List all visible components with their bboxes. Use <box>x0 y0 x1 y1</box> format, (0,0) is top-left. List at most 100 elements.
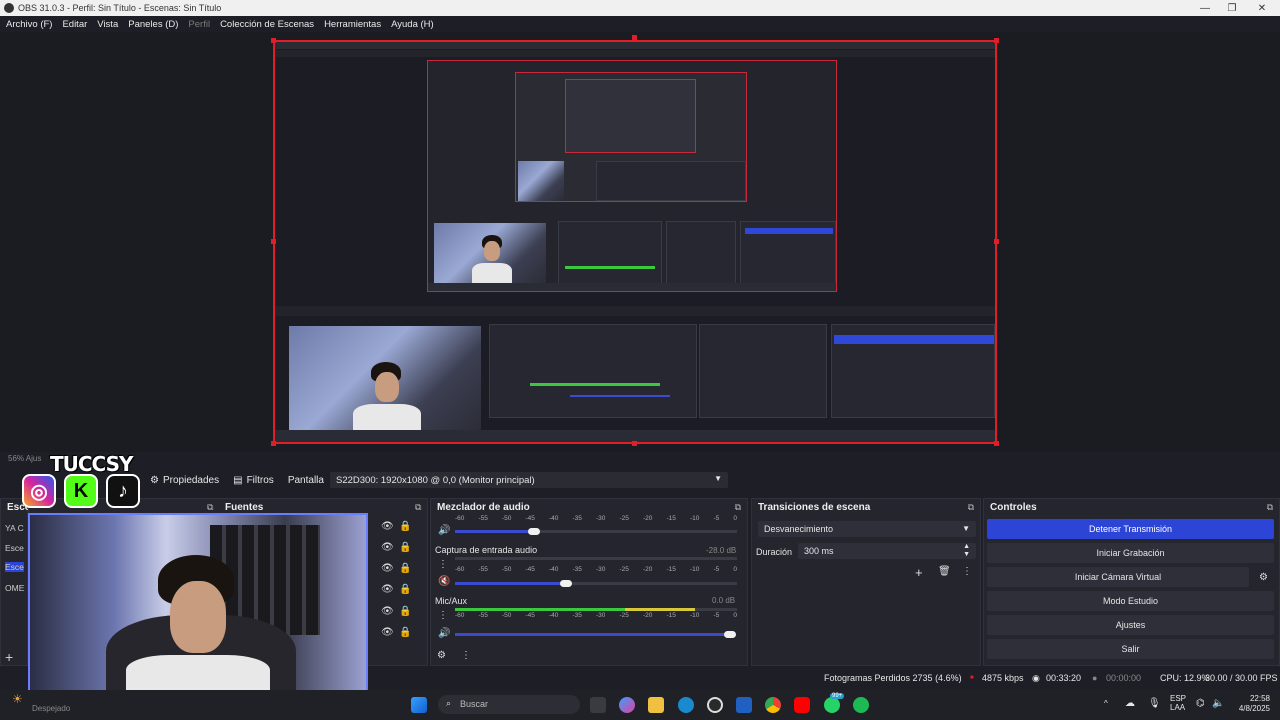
windows-start-icon[interactable] <box>411 697 427 713</box>
visibility-eye-icon[interactable]: 👁 <box>381 584 394 595</box>
resize-handle-b[interactable] <box>632 441 637 446</box>
menu-ayuda[interactable]: Ayuda (H) <box>391 19 434 30</box>
volume-icon[interactable]: 🔈 <box>1212 698 1224 709</box>
menu-vista[interactable]: Vista <box>97 19 118 30</box>
properties-button[interactable]: ⚙ Propiedades <box>150 475 219 486</box>
visibility-eye-icon[interactable]: 👁 <box>381 542 394 553</box>
muted-speaker-icon[interactable]: 🔇 <box>438 576 450 587</box>
edge-icon[interactable] <box>678 697 694 713</box>
advanced-audio-gear-icon[interactable]: ⚙ <box>437 650 446 661</box>
start-virtual-camera-button[interactable]: Iniciar Cámara Virtual <box>987 567 1249 587</box>
tray-overflow-icon[interactable]: ^ <box>1104 699 1108 708</box>
start-recording-button[interactable]: Iniciar Grabación <box>987 543 1274 563</box>
taskbar-search[interactable]: ⌕ Buscar <box>438 695 580 714</box>
menu-archivo[interactable]: Archivo (F) <box>6 19 52 30</box>
spinner-icon[interactable]: ▲ ▼ <box>963 543 970 559</box>
exit-button[interactable]: Salir <box>987 639 1274 659</box>
visibility-eye-icon[interactable]: 👁 <box>381 606 394 617</box>
add-icon[interactable]: + <box>915 565 923 580</box>
fader-knob[interactable] <box>560 580 572 587</box>
settings-button[interactable]: Ajustes <box>987 615 1274 635</box>
undock-icon[interactable]: ⧉ <box>1267 502 1273 513</box>
resize-handle-br[interactable] <box>994 441 999 446</box>
menu-editar[interactable]: Editar <box>62 19 87 30</box>
fader-knob[interactable] <box>724 631 736 638</box>
lock-icon[interactable]: 🔒 <box>399 521 411 532</box>
resize-handle-r[interactable] <box>994 239 999 244</box>
studio-mode-button[interactable]: Modo Estudio <box>987 591 1274 611</box>
store-icon[interactable] <box>736 697 752 713</box>
volume-fader[interactable] <box>455 530 535 533</box>
obs-window: OBS 31.0.3 - Perfil: Sin Título - Escena… <box>0 0 1280 720</box>
microphone-icon[interactable]: 🎙 <box>1148 698 1161 709</box>
virtual-camera-settings-gear-icon[interactable]: ⚙ <box>1259 572 1268 583</box>
spotify-icon[interactable] <box>853 697 869 713</box>
whatsapp-icon[interactable] <box>824 697 840 713</box>
scene-item-selected[interactable]: Esce <box>5 562 24 572</box>
kebab-menu-icon[interactable]: ⋮ <box>461 650 471 661</box>
weather-text[interactable]: Despejado <box>32 704 70 713</box>
maximize-button[interactable]: ❐ <box>1215 0 1249 16</box>
notification-badge: 99+ <box>830 693 845 699</box>
display-select[interactable]: S22D300: 1920x1080 @ 0,0 (Monitor princi… <box>330 472 728 488</box>
onedrive-icon[interactable]: ☁ <box>1125 698 1135 709</box>
scenes-dock: Escenas YA C Esce Esce OME + <box>0 498 48 666</box>
add-scene-icon[interactable]: + <box>5 649 13 665</box>
filters-button[interactable]: ▤ Filtros <box>233 475 274 486</box>
resize-handle-t[interactable] <box>632 35 637 40</box>
menu-perfil[interactable]: Perfil <box>188 19 210 30</box>
undock-icon[interactable]: ⧉ <box>968 502 974 513</box>
menu-coleccion[interactable]: Colección de Escenas <box>220 19 314 30</box>
nested-taskbar-2 <box>428 283 836 291</box>
menu-herramientas[interactable]: Herramientas <box>324 19 381 30</box>
close-button[interactable]: ✕ <box>1245 0 1279 16</box>
volume-fader[interactable] <box>455 633 731 636</box>
volume-track[interactable] <box>535 530 737 533</box>
kebab-menu-icon[interactable]: ⋮ <box>438 559 448 570</box>
volume-fader[interactable] <box>455 582 565 585</box>
task-view-icon[interactable] <box>590 697 606 713</box>
trash-icon[interactable]: 🗑 <box>938 566 951 577</box>
copilot-icon[interactable] <box>619 697 635 713</box>
fader-knob[interactable] <box>528 528 540 535</box>
wifi-icon[interactable]: ⌬ <box>1196 698 1205 709</box>
lock-icon[interactable]: 🔒 <box>399 584 411 595</box>
lock-icon[interactable]: 🔒 <box>399 542 411 553</box>
preview-canvas-selected-source[interactable] <box>273 40 997 444</box>
dropped-frames: Fotogramas Perdidos 2735 (4.6%) <box>824 673 962 683</box>
speaker-icon[interactable]: 🔊 <box>438 628 450 639</box>
resize-handle-bl[interactable] <box>271 441 276 446</box>
stop-streaming-button[interactable]: Detener Transmisión <box>987 519 1274 539</box>
duration-input[interactable]: 300 ms ▲ ▼ <box>798 543 976 559</box>
undock-icon[interactable]: ⧉ <box>207 502 213 513</box>
status-bar: Fotogramas Perdidos 2735 (4.6%) ■ 4875 k… <box>750 670 1280 686</box>
lock-icon[interactable]: 🔒 <box>399 606 411 617</box>
lock-icon[interactable]: 🔒 <box>399 627 411 638</box>
chrome-icon[interactable] <box>765 697 781 713</box>
undock-icon[interactable]: ⧉ <box>415 502 421 513</box>
language-indicator[interactable]: ESP LAA <box>1170 694 1186 712</box>
youtube-icon[interactable] <box>794 697 810 713</box>
clock[interactable]: 22:58 4/8/2025 <box>1234 694 1270 714</box>
kebab-menu-icon[interactable]: ⋮ <box>962 566 972 577</box>
undock-icon[interactable]: ⧉ <box>735 502 741 513</box>
resize-handle-l[interactable] <box>271 239 276 244</box>
visibility-eye-icon[interactable]: 👁 <box>381 521 394 532</box>
channel-db: 0.0 dB <box>712 596 736 605</box>
speaker-icon[interactable]: 🔊 <box>438 525 450 536</box>
visibility-eye-icon[interactable]: 👁 <box>381 627 394 638</box>
scene-item[interactable]: OME <box>5 583 24 593</box>
kebab-menu-icon[interactable]: ⋮ <box>438 610 448 621</box>
lock-icon[interactable]: 🔒 <box>399 563 411 574</box>
resize-handle-tr[interactable] <box>994 38 999 43</box>
scene-item[interactable]: Esce <box>5 543 24 553</box>
volume-track[interactable] <box>565 582 737 585</box>
visibility-eye-icon[interactable]: 👁 <box>381 563 394 574</box>
menu-paneles[interactable]: Paneles (D) <box>128 19 178 30</box>
weather-icon[interactable]: ☀ <box>12 692 23 706</box>
file-explorer-icon[interactable] <box>648 697 664 713</box>
obs-taskbar-icon[interactable] <box>707 697 723 713</box>
scene-item[interactable]: YA C <box>5 523 24 533</box>
transition-select[interactable]: Desvanecimiento ▼ <box>758 521 976 537</box>
resize-handle-tl[interactable] <box>271 38 276 43</box>
